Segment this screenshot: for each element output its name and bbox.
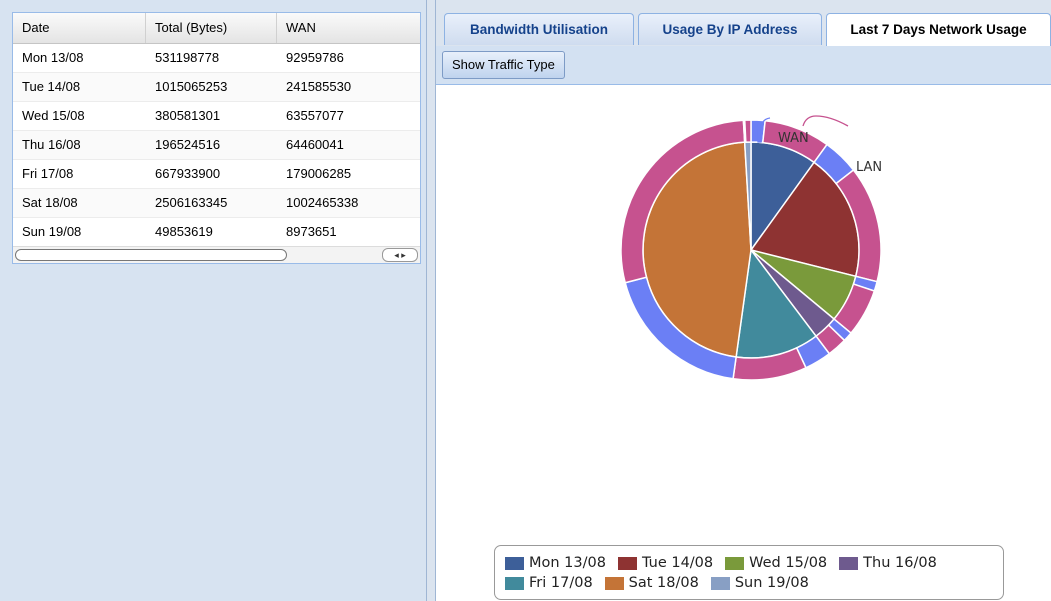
wan-cell: 179006285 — [286, 166, 352, 181]
legend-swatch — [725, 556, 745, 570]
chart-panel: Bandwidth Utilisation Usage By IP Addres… — [436, 0, 1051, 601]
chart-area: WAN LAN Mon 13/08 Tue 14/08 Wed 15/08 Thu 16… — [436, 85, 1051, 601]
wan-cell: 1002465338 — [286, 195, 359, 210]
date-cell: Wed 15/08 — [22, 108, 85, 123]
legend-label: Wed 15/08 — [749, 555, 828, 571]
table-row[interactable]: Mon 13/08 531198778 92959786 — [13, 44, 420, 73]
column-header-total[interactable]: Total (Bytes) — [146, 13, 277, 43]
wan-cell: 64460041 — [286, 137, 344, 152]
legend-row: Fri 17/08 Sat 18/08 Sun 19/08 — [505, 573, 1003, 593]
table-row[interactable]: Fri 17/08 667933900 179006285 — [13, 160, 420, 189]
wan-cell: 241585530 — [286, 79, 352, 94]
network-usage-pie-chart: WAN LAN — [620, 115, 882, 381]
legend-item[interactable]: Wed 15/08 — [725, 553, 827, 573]
lan-label: LAN — [856, 160, 882, 175]
grid-header: Date Total (Bytes) WAN — [13, 13, 420, 44]
grid-panel: Date Total (Bytes) WAN Mon 13/08 53119877… — [0, 0, 426, 601]
lan-callout-line — [802, 115, 849, 127]
legend-label: Thu 16/08 — [863, 555, 937, 571]
table-row[interactable]: Wed 15/08 380581301 63557077 — [13, 102, 420, 131]
legend-item[interactable]: Sat 18/08 — [604, 573, 699, 593]
wan-label: WAN — [778, 131, 809, 146]
table-row[interactable]: Thu 16/08 196524516 64460041 — [13, 131, 420, 160]
column-header-wan[interactable]: WAN — [277, 13, 420, 43]
date-cell: Sun 19/08 — [22, 224, 82, 239]
total-bytes-cell: 196524516 — [155, 137, 221, 152]
table-row[interactable]: Sat 18/08 2506163345 1002465338 — [13, 189, 420, 218]
wan-cell: 8973651 — [286, 224, 337, 239]
column-header-date[interactable]: Date — [13, 13, 146, 43]
tab-usage-by-ip-address[interactable]: Usage By IP Address — [638, 13, 822, 45]
table-row[interactable]: Sun 19/08 49853619 8973651 — [13, 218, 420, 247]
daily-usage-grid: Date Total (Bytes) WAN Mon 13/08 53119877… — [12, 12, 421, 264]
legend-row: Mon 13/08 Tue 14/08 Wed 15/08 Thu 16/08 — [505, 553, 1003, 573]
legend-swatch — [710, 576, 730, 590]
total-bytes-cell: 2506163345 — [155, 195, 228, 210]
outer-ring-lan-segment[interactable] — [743, 119, 752, 143]
chart-toolbar: Show Traffic Type — [436, 46, 1051, 85]
date-cell: Fri 17/08 — [22, 166, 74, 181]
wan-cell: 63557077 — [286, 108, 344, 123]
tab-last-7-days-network-usage[interactable]: Last 7 Days Network Usage — [826, 13, 1051, 47]
legend-item[interactable]: Fri 17/08 — [505, 573, 593, 593]
date-cell: Tue 14/08 — [22, 79, 81, 94]
legend-label: Sat 18/08 — [628, 575, 699, 591]
total-bytes-cell: 1015065253 — [155, 79, 228, 94]
legend-item[interactable]: Mon 13/08 — [505, 553, 606, 573]
legend-label: Fri 17/08 — [529, 575, 593, 591]
panel-splitter[interactable] — [426, 0, 436, 601]
legend-item[interactable]: Tue 14/08 — [617, 553, 714, 573]
tab-strip: Bandwidth Utilisation Usage By IP Addres… — [436, 0, 1051, 47]
scroll-arrows-icon[interactable]: ◂ ▸ — [382, 248, 418, 262]
legend-item[interactable]: Sun 19/08 — [710, 573, 809, 593]
table-row[interactable]: Tue 14/08 1015065253 241585530 — [13, 73, 420, 102]
chart-legend: Mon 13/08 Tue 14/08 Wed 15/08 Thu 16/08 Fri… — [494, 545, 1004, 600]
legend-label: Sun 19/08 — [734, 575, 809, 591]
legend-swatch — [617, 556, 637, 570]
legend-swatch — [839, 556, 859, 570]
grid-body: Mon 13/08 531198778 92959786 Tue 14/08 10150… — [13, 44, 420, 247]
scrollbar-thumb[interactable] — [15, 249, 287, 261]
total-bytes-cell: 49853619 — [155, 224, 213, 239]
total-bytes-cell: 531198778 — [155, 50, 220, 65]
legend-swatch — [505, 556, 524, 570]
wan-cell: 92959786 — [286, 50, 344, 65]
legend-swatch — [604, 576, 624, 590]
legend-item[interactable]: Thu 16/08 — [839, 553, 937, 573]
tab-bandwidth-utilisation[interactable]: Bandwidth Utilisation — [444, 13, 634, 45]
date-cell: Thu 16/08 — [22, 137, 81, 152]
horizontal-scrollbar[interactable]: ◂ ▸ — [13, 246, 420, 263]
date-cell: Sat 18/08 — [22, 195, 78, 210]
legend-label: Tue 14/08 — [641, 555, 714, 571]
legend-swatch — [505, 576, 524, 590]
total-bytes-cell: 380581301 — [155, 108, 221, 123]
show-traffic-type-button[interactable]: Show Traffic Type — [442, 51, 565, 79]
date-cell: Mon 13/08 — [22, 50, 84, 65]
legend-label: Mon 13/08 — [529, 555, 606, 571]
total-bytes-cell: 667933900 — [155, 166, 221, 181]
